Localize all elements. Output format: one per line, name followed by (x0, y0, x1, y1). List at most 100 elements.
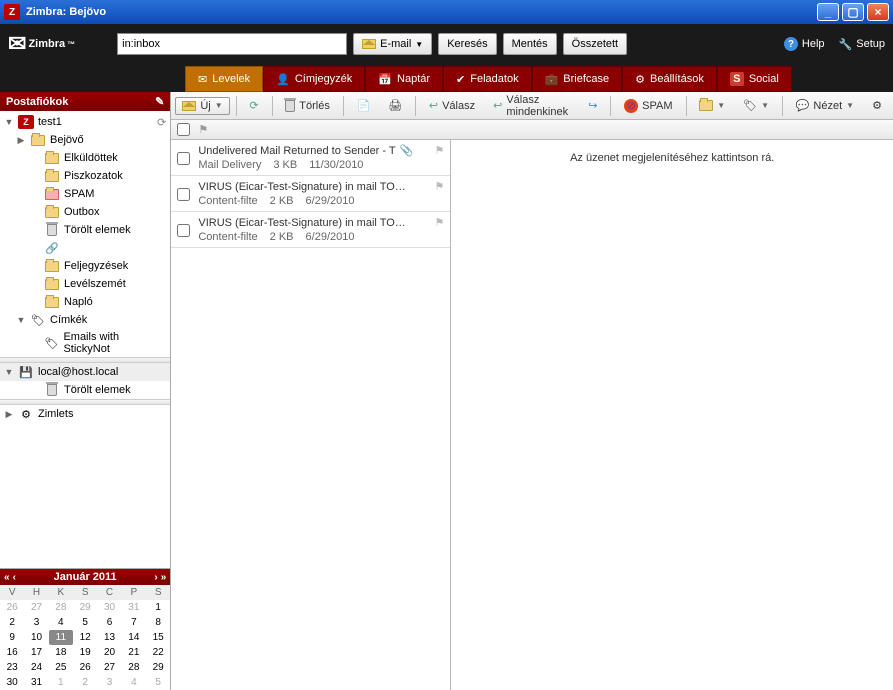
tab-social[interactable]: SSocial (717, 66, 792, 92)
cal-day[interactable]: 2 (73, 675, 97, 690)
close-button[interactable]: × (867, 3, 889, 21)
cal-day[interactable]: 31 (122, 600, 146, 615)
cal-day[interactable]: 1 (146, 600, 170, 615)
refresh-icon[interactable]: ⟳ (157, 116, 166, 129)
cal-day[interactable]: 21 (122, 645, 146, 660)
search-scope-button[interactable]: E-mail ▼ (353, 33, 432, 55)
cal-day[interactable]: 16 (0, 645, 24, 660)
zimlets-row[interactable]: ▶⚙Zimlets (0, 405, 170, 423)
delete-button[interactable]: Törlés (278, 97, 337, 115)
cal-day[interactable]: 27 (97, 660, 121, 675)
cal-day[interactable]: 25 (49, 660, 73, 675)
setup-link[interactable]: 🔧Setup (839, 38, 885, 51)
folder-menu-button[interactable]: ▼ (692, 97, 732, 114)
cal-day[interactable]: 9 (0, 630, 24, 645)
cal-day[interactable]: 17 (24, 645, 48, 660)
tab-naptár[interactable]: 📅Naptár (365, 66, 443, 92)
account-row[interactable]: ▼ Z test1 ⟳ (0, 113, 170, 131)
tags-row[interactable]: ▼🏷Címkék (0, 311, 170, 329)
cal-day[interactable]: 29 (146, 660, 170, 675)
refresh-button[interactable]: ⟳ (242, 96, 265, 115)
search-input[interactable] (117, 33, 347, 55)
cal-day[interactable]: 12 (73, 630, 97, 645)
tab-briefcase[interactable]: 💼Briefcase (532, 66, 623, 92)
flag-icon[interactable]: ⚑ (434, 144, 444, 157)
cal-day[interactable]: 5 (73, 615, 97, 630)
search-go-button[interactable]: Keresés (438, 33, 496, 55)
cal-day[interactable]: 6 (97, 615, 121, 630)
cal-prev-month[interactable]: ‹ (13, 572, 16, 583)
cal-prev-year[interactable]: « (4, 572, 10, 583)
view-button[interactable]: 💬Nézet▼ (789, 96, 861, 115)
cal-day[interactable]: 10 (24, 630, 48, 645)
cal-day[interactable]: 31 (24, 675, 48, 690)
cal-day[interactable]: 26 (73, 660, 97, 675)
forward-button[interactable]: ↪ (581, 96, 604, 115)
cal-day[interactable]: 29 (73, 600, 97, 615)
cal-day[interactable]: 1 (49, 675, 73, 690)
move-button[interactable]: 📄 (350, 96, 378, 115)
cal-day[interactable]: 13 (97, 630, 121, 645)
edit-icon[interactable]: ✎ (155, 95, 164, 108)
new-button[interactable]: Új▼ (175, 97, 229, 115)
cal-day[interactable]: 15 (146, 630, 170, 645)
cal-day[interactable]: 30 (97, 600, 121, 615)
tab-címjegyzék[interactable]: 👤Címjegyzék (263, 66, 365, 92)
folder-outbox[interactable]: Outbox (0, 203, 170, 221)
tag-menu-button[interactable]: 🏷▼ (736, 96, 776, 115)
cal-day[interactable]: 19 (73, 645, 97, 660)
cal-day[interactable]: 8 (146, 615, 170, 630)
folder-log[interactable]: Napló (0, 293, 170, 311)
flag-icon[interactable]: ⚑ (434, 180, 444, 193)
reply-all-button[interactable]: ↩Válasz mindenkinek (486, 91, 577, 121)
folder-link[interactable]: 🔗 (0, 239, 170, 257)
settings-button[interactable]: ⚙ (865, 96, 889, 115)
select-all-checkbox[interactable] (177, 123, 190, 136)
message-checkbox[interactable] (177, 182, 190, 207)
cal-day[interactable]: 4 (49, 615, 73, 630)
spam-button[interactable]: ⊘SPAM (617, 96, 679, 116)
print-button[interactable]: 🖨 (381, 96, 409, 115)
cal-next-month[interactable]: › (154, 572, 157, 583)
minimize-button[interactable]: _ (817, 3, 839, 21)
maximize-button[interactable]: ▢ (842, 3, 864, 21)
cal-day[interactable]: 5 (146, 675, 170, 690)
flag-icon[interactable]: ⚑ (434, 216, 444, 229)
folder-trash[interactable]: Törölt elemek (0, 221, 170, 239)
message-checkbox[interactable] (177, 218, 190, 243)
account2-row[interactable]: ▼💾local@host.local (0, 363, 170, 381)
cal-day[interactable]: 3 (24, 615, 48, 630)
cal-day[interactable]: 4 (122, 675, 146, 690)
cal-day[interactable]: 2 (0, 615, 24, 630)
flag-column-icon[interactable]: ⚑ (198, 123, 208, 136)
tab-feladatok[interactable]: ✔Feladatok (443, 66, 532, 92)
cal-day[interactable]: 26 (0, 600, 24, 615)
help-link[interactable]: ?Help (784, 37, 825, 51)
folder-notes[interactable]: Feljegyzések (0, 257, 170, 275)
cal-next-year[interactable]: » (161, 572, 167, 583)
cal-day[interactable]: 28 (122, 660, 146, 675)
message-checkbox[interactable] (177, 146, 190, 171)
reply-button[interactable]: ↩Válasz (422, 96, 482, 115)
cal-day[interactable]: 20 (97, 645, 121, 660)
cal-day[interactable]: 23 (0, 660, 24, 675)
folder-sent[interactable]: Elküldöttek (0, 149, 170, 167)
cal-day[interactable]: 24 (24, 660, 48, 675)
message-row[interactable]: VIRUS (Eicar-Test-Signature) in mail TO … (171, 212, 450, 248)
cal-day[interactable]: 7 (122, 615, 146, 630)
cal-day[interactable]: 18 (49, 645, 73, 660)
tab-beállítások[interactable]: ⚙Beállítások (622, 66, 717, 92)
cal-day[interactable]: 14 (122, 630, 146, 645)
folder-spam[interactable]: SPAM (0, 185, 170, 203)
folder-inbox[interactable]: ▶Bejövő (0, 131, 170, 149)
search-save-button[interactable]: Mentés (503, 33, 557, 55)
cal-day[interactable]: 22 (146, 645, 170, 660)
cal-day[interactable]: 28 (49, 600, 73, 615)
cal-day[interactable]: 30 (0, 675, 24, 690)
message-row[interactable]: Undelivered Mail Returned to Sender - T📎… (171, 140, 450, 176)
folder-trash2[interactable]: Törölt elemek (0, 381, 170, 399)
folder-drafts[interactable]: Piszkozatok (0, 167, 170, 185)
cal-day[interactable]: 27 (24, 600, 48, 615)
cal-day[interactable]: 11 (49, 630, 73, 645)
tag-item[interactable]: 🏷Emails with StickyNot (0, 329, 170, 357)
